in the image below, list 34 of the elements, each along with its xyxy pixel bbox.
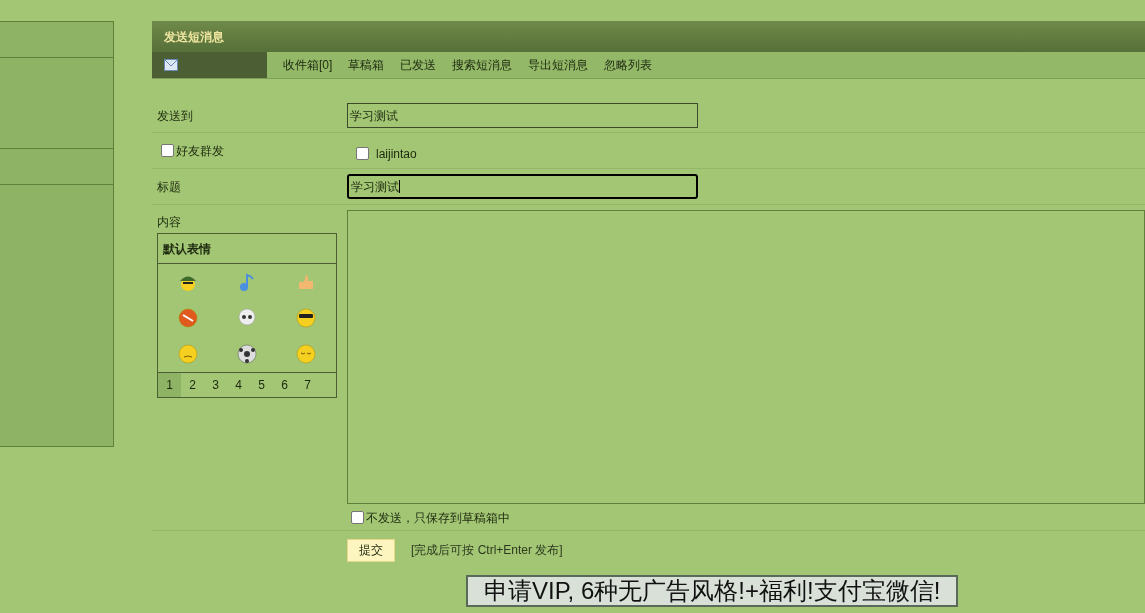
page-link[interactable]: 1 [158, 373, 181, 397]
promo-banner[interactable]: 申请VIP, 6种无广告风格!+福利!支付宝微信! [466, 575, 959, 607]
page-link[interactable]: 4 [227, 373, 250, 397]
page-link[interactable]: 7 [296, 373, 319, 397]
tab[interactable]: 忽略列表 [596, 52, 661, 78]
field-label: 内容 [157, 214, 182, 231]
panel-title: 默认表情 [163, 240, 211, 258]
page-title: 发送短消息 [164, 28, 224, 46]
envelope-icon [164, 59, 178, 71]
field-label: 发送到 [156, 107, 194, 125]
text-cursor [399, 180, 400, 193]
skull-icon[interactable] [237, 308, 257, 328]
tab[interactable]: 搜索短消息 [444, 52, 521, 78]
page-link[interactable]: 3 [204, 373, 227, 397]
field-label: 标题 [156, 178, 182, 196]
recipient-field[interactable]: 学习测试 [347, 103, 698, 128]
checkbox[interactable] [356, 147, 369, 160]
friend-name: laijintao [376, 145, 417, 163]
page-link[interactable]: 5 [250, 373, 273, 397]
checkbox[interactable] [351, 511, 364, 524]
page-link[interactable]: 6 [273, 373, 296, 397]
checkbox-label: 不发送，只保存到草稿箱中 [366, 509, 510, 527]
checkbox[interactable] [161, 144, 174, 157]
page-link[interactable]: 2 [181, 373, 204, 397]
tab[interactable]: 已发送 [392, 52, 445, 78]
soccer-ball-icon[interactable] [237, 344, 257, 364]
tab[interactable]: 草稿箱 [340, 52, 393, 78]
hint-text: [完成后可按 Ctrl+Enter 发布] [411, 542, 563, 559]
checkbox-label: 好友群发 [176, 142, 224, 160]
tab[interactable]: 收件箱[0] [275, 52, 341, 78]
submit-button[interactable]: 提交 [347, 538, 395, 562]
tab[interactable]: 导出短消息 [520, 52, 597, 78]
subject-field[interactable]: 学习测试 [347, 174, 698, 199]
sunglasses-face-icon[interactable] [296, 308, 317, 328]
